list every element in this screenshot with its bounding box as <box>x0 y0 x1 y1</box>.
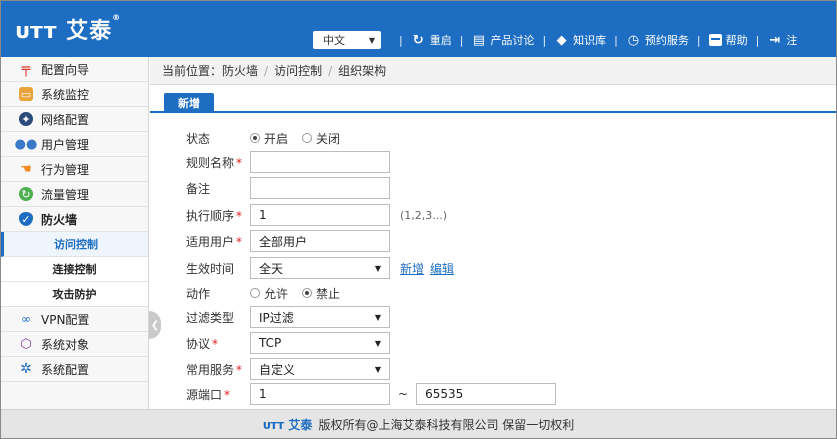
sidebar-item-connection-control[interactable]: 连接控制 <box>1 257 148 282</box>
chevron-down-icon: ▼ <box>368 35 375 45</box>
behavior-icon: ☚ <box>20 161 32 177</box>
breadcrumb-item[interactable]: 防火墙 <box>222 62 258 79</box>
chevron-left-icon: ❮ <box>150 319 160 331</box>
booking-service-link[interactable]: ◷ 预约服务 <box>626 32 689 48</box>
toolbar: 中文 ▼ | ↻ 重启 | ▤ 产品讨论 | ◆ 知识库 | ◷ 预约服务 | … <box>313 29 797 51</box>
action-row: 动作 允许 禁止 <box>186 285 341 302</box>
vpn-icon: ∞ <box>21 312 31 326</box>
logout-icon: ⇥ <box>769 32 781 48</box>
footer: ᴜᴛᴛ 艾泰 版权所有@上海艾泰科技有限公司 保留一切权利 <box>1 409 836 438</box>
sidebar-item-monitor[interactable]: ▭ 系统监控 <box>1 82 148 107</box>
product-discussion-link[interactable]: ▤ 产品讨论 <box>471 32 535 48</box>
src-port-to-input[interactable]: 65535 <box>416 383 557 405</box>
logout-link[interactable]: ⇥ 注 <box>767 32 797 48</box>
sidebar-item-behavior[interactable]: ☚ 行为管理 <box>1 157 148 182</box>
sidebar-item-users[interactable]: ●● 用户管理 <box>1 132 148 157</box>
action-allow-radio[interactable]: 允许 <box>250 285 288 302</box>
tab-bar: 新增 <box>150 85 836 113</box>
order-row: 执行顺序 * 1 (1,2,3...) <box>186 204 447 226</box>
status-disable-radio[interactable]: 关闭 <box>302 130 340 147</box>
chevron-down-icon: ▼ <box>374 312 381 322</box>
tab-add[interactable]: 新增 <box>164 93 214 113</box>
breadcrumb-item[interactable]: 访问控制 <box>274 62 322 79</box>
filter-type-row: 过滤类型 IP过滤 ▼ <box>186 306 390 328</box>
users-input[interactable]: 全部用户 <box>250 230 390 252</box>
time-select[interactable]: 全天 ▼ <box>250 257 390 279</box>
status-enable-radio[interactable]: 开启 <box>250 130 288 147</box>
breadcrumb-item: 组织架构 <box>338 64 387 78</box>
order-input[interactable]: 1 <box>250 204 390 226</box>
sidebar-item-network[interactable]: ✦ 网络配置 <box>1 107 148 132</box>
sidebar-item-vpn[interactable]: ∞ VPN配置 <box>1 307 148 332</box>
chevron-down-icon: ▼ <box>374 338 381 348</box>
logo: ᴜᴛᴛ 艾泰® <box>15 13 122 44</box>
sidebar-item-traffic[interactable]: ↻ 流量管理 <box>1 182 148 207</box>
sidebar-item-firewall[interactable]: ✓ 防火墙 <box>1 207 148 232</box>
help-link[interactable]: 帮助 <box>708 32 748 48</box>
sidebar-item-settings[interactable]: ✲ 系统配置 <box>1 357 148 382</box>
settings-icon: ✲ <box>20 361 32 377</box>
knowledge-icon: ◆ <box>556 32 567 48</box>
wizard-icon: ╤ <box>21 61 31 77</box>
remark-input[interactable] <box>250 177 390 199</box>
chat-icon: ▤ <box>472 32 486 48</box>
users-icon: ●● <box>14 136 38 152</box>
knowledge-base-link[interactable]: ◆ 知识库 <box>554 32 607 48</box>
network-icon: ✦ <box>19 112 33 126</box>
language-value: 中文 <box>323 34 345 47</box>
rule-name-row: 规则名称 * <box>186 151 390 173</box>
service-select[interactable]: 自定义 ▼ <box>250 358 390 380</box>
language-select[interactable]: 中文 ▼ <box>313 31 381 49</box>
src-port-from-input[interactable]: 1 <box>250 383 390 405</box>
top-bar: ᴜᴛᴛ 艾泰® 中文 ▼ | ↻ 重启 | ▤ 产品讨论 | ◆ 知识库 | ◷… <box>1 1 836 57</box>
protocol-row: 协议 * TCP ▼ <box>186 332 390 354</box>
restart-icon: ↻ <box>412 32 424 48</box>
sidebar: ╤ 配置向导 ▭ 系统监控 ✦ 网络配置 ●● 用户管理 ☚ 行为管理 ↻ 流量… <box>1 57 149 409</box>
sidebar-collapse-button[interactable]: ❮ <box>149 311 161 339</box>
time-new-link[interactable]: 新增 <box>400 260 424 277</box>
restart-button[interactable]: ↻ 重启 <box>411 32 452 48</box>
sidebar-item-objects[interactable]: ⬡ 系统对象 <box>1 332 148 357</box>
remark-row: 备注 <box>186 177 390 199</box>
rule-name-input[interactable] <box>250 151 390 173</box>
sidebar-item-wizard[interactable]: ╤ 配置向导 <box>1 57 148 82</box>
status-row: 状态 开启 关闭 <box>186 130 341 147</box>
sidebar-item-attack-protection[interactable]: 攻击防护 <box>1 282 148 307</box>
copyright-text: 版权所有@上海艾泰科技有限公司 保留一切权利 <box>318 417 575 432</box>
src-port-row: 源端口 * 1 ~ 65535 <box>186 383 557 405</box>
service-icon: ◷ <box>627 32 640 48</box>
breadcrumb: 当前位置： 防火墙 / 访问控制 / 组织架构 <box>150 57 836 85</box>
monitor-icon: ▭ <box>19 87 33 101</box>
time-edit-link[interactable]: 编辑 <box>430 260 454 277</box>
service-row: 常用服务 * 自定义 ▼ <box>186 358 390 380</box>
action-deny-radio[interactable]: 禁止 <box>302 285 340 302</box>
sidebar-item-access-control[interactable]: 访问控制 <box>1 232 148 257</box>
firewall-icon: ✓ <box>19 212 33 226</box>
footer-logo: ᴜᴛᴛ 艾泰 <box>262 417 313 432</box>
object-icon: ⬡ <box>20 336 32 352</box>
help-icon <box>708 34 722 46</box>
time-row: 生效时间 全天 ▼ 新增 编辑 <box>186 257 454 279</box>
app-window: ᴜᴛᴛ 艾泰® 中文 ▼ | ↻ 重启 | ▤ 产品讨论 | ◆ 知识库 | ◷… <box>0 0 837 439</box>
filter-type-select[interactable]: IP过滤 ▼ <box>250 306 390 328</box>
chevron-down-icon: ▼ <box>374 263 381 273</box>
traffic-icon: ↻ <box>19 187 33 201</box>
chevron-down-icon: ▼ <box>374 364 381 374</box>
protocol-select[interactable]: TCP ▼ <box>250 332 390 354</box>
users-row: 适用用户 * 全部用户 <box>186 230 390 252</box>
